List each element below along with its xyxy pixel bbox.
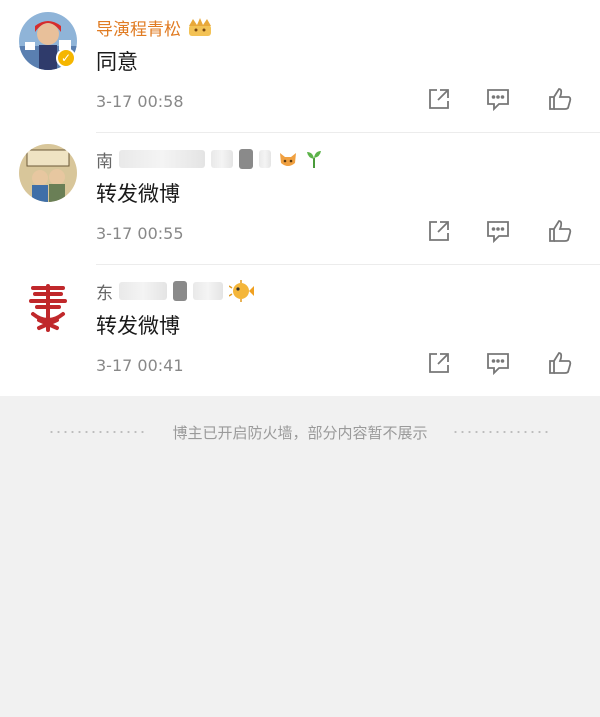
like-icon	[549, 220, 572, 242]
name-row: 导演程青松	[96, 14, 213, 40]
like-button[interactable]	[547, 218, 573, 244]
avatar[interactable]	[19, 276, 77, 334]
reply-button[interactable]	[485, 350, 511, 376]
reply-button[interactable]	[485, 86, 511, 112]
username[interactable]: 东	[96, 279, 113, 304]
like-icon	[549, 88, 572, 110]
repost-icon	[429, 353, 449, 373]
redacted-name	[119, 282, 167, 300]
like-icon	[549, 352, 572, 374]
firewall-notice-text: 博主已开启防火墙，部分内容暂不展示	[172, 423, 428, 442]
comment-item: 东 转发微博 3-17 00:41	[0, 264, 600, 396]
like-button[interactable]	[547, 86, 573, 112]
verified-badge-icon: ✓	[56, 48, 76, 68]
crown-icon	[189, 18, 211, 36]
fox-icon	[280, 153, 296, 166]
comment-list: ✓ 导演程青松 同意 3-17 00:58 南 转发微博 3-17 00:55 …	[0, 0, 600, 396]
reply-icon	[487, 89, 509, 112]
username[interactable]: 导演程青松	[96, 15, 181, 40]
redacted-name	[173, 281, 187, 301]
redacted-name	[239, 149, 253, 169]
comment-text: 转发微博	[96, 314, 180, 338]
divider-dots	[48, 431, 149, 433]
avatar[interactable]	[19, 144, 77, 202]
repost-button[interactable]	[426, 86, 452, 112]
repost-icon	[429, 221, 449, 241]
like-button[interactable]	[547, 350, 573, 376]
action-bar	[0, 218, 600, 246]
redacted-name	[259, 150, 271, 168]
action-bar	[0, 350, 600, 378]
username[interactable]: 南	[96, 147, 113, 172]
name-row: 东	[96, 278, 255, 304]
divider-dots	[451, 431, 552, 433]
comment-item: ✓ 导演程青松 同意 3-17 00:58	[0, 0, 600, 132]
pufferfish-icon	[229, 280, 254, 302]
reply-icon	[487, 221, 509, 244]
name-row: 南	[96, 146, 323, 172]
sprout-icon	[307, 151, 321, 168]
comment-item: 南 转发微博 3-17 00:55	[0, 132, 600, 264]
comment-text: 转发微博	[96, 182, 180, 206]
firewall-notice: 博主已开启防火墙，部分内容暂不展示	[0, 420, 600, 444]
reply-button[interactable]	[485, 218, 511, 244]
repost-button[interactable]	[426, 218, 452, 244]
action-bar	[0, 86, 600, 114]
redacted-name	[119, 150, 205, 168]
reply-icon	[487, 353, 509, 376]
repost-icon	[429, 89, 449, 109]
comment-text: 同意	[96, 50, 138, 74]
redacted-name	[193, 282, 223, 300]
redacted-name	[211, 150, 233, 168]
repost-button[interactable]	[426, 350, 452, 376]
